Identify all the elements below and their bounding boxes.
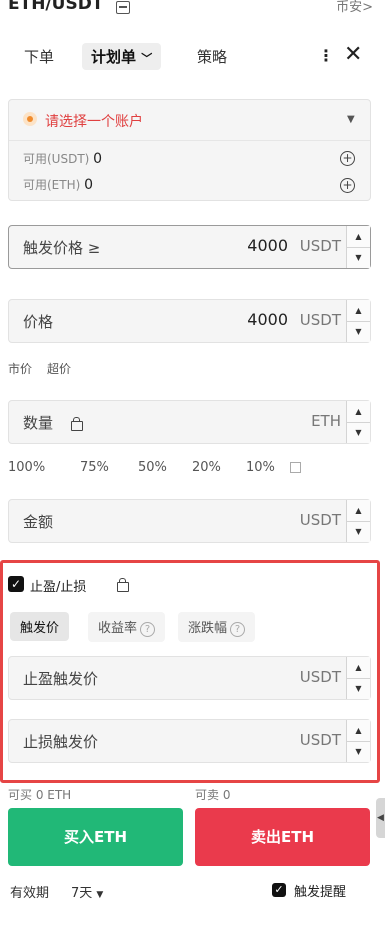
market-price-option[interactable]: 市价: [8, 360, 32, 377]
warning-icon: [23, 112, 37, 126]
pair-title[interactable]: ETH/USDT: [8, 0, 103, 14]
quantity-stepper: ▲ ▼: [346, 401, 370, 443]
validity-select[interactable]: 7天 ▼: [71, 882, 103, 901]
decrement-icon[interactable]: ▼: [347, 741, 370, 762]
percent-100[interactable]: 100%: [8, 460, 45, 475]
add-usdt-icon[interactable]: +: [340, 151, 355, 166]
lock-icon[interactable]: [71, 417, 83, 431]
seg-yield[interactable]: 收益率?: [88, 612, 166, 642]
quantity-field[interactable]: 数量 ETH ▲ ▼: [8, 400, 371, 444]
price-field[interactable]: 价格 4000 USDT ▲ ▼: [8, 299, 371, 343]
amount-label: 金额: [23, 513, 54, 531]
take-profit-field[interactable]: 止盈触发价 USDT ▲ ▼: [8, 656, 371, 700]
tpsl-label: 止盈/止损: [30, 580, 87, 595]
trigger-price-stepper: ▲ ▼: [346, 226, 370, 268]
caret-down-icon: ▼: [347, 114, 355, 125]
tab-plan[interactable]: 计划单 ﹀: [82, 43, 162, 70]
avail-eth-value: 0: [84, 177, 94, 193]
quantity-label: 数量: [23, 414, 54, 432]
amount-field[interactable]: 金额 USDT ▲ ▼: [8, 499, 371, 543]
close-icon[interactable]: ✕: [344, 42, 362, 67]
increment-icon[interactable]: ▲: [347, 401, 370, 423]
validity-label: 有效期: [10, 886, 50, 901]
seg-change[interactable]: 涨跌幅?: [178, 612, 256, 642]
trigger-price-value[interactable]: 4000: [247, 236, 288, 255]
super-price-option[interactable]: 超价: [47, 360, 71, 377]
decrement-icon[interactable]: ▼: [347, 678, 370, 699]
caret-down-icon: ▼: [96, 890, 104, 900]
percent-50[interactable]: 50%: [138, 460, 167, 475]
buy-button[interactable]: 买入ETH: [8, 808, 183, 866]
account-panel: 请选择一个账户 ▼ 可用(USDT) 0 + 可用(ETH) 0 +: [8, 99, 371, 201]
avail-eth-label: 可用(ETH): [23, 178, 81, 192]
stop-loss-field[interactable]: 止损触发价 USDT ▲ ▼: [8, 719, 371, 763]
increment-icon[interactable]: ▲: [347, 300, 370, 322]
tpsl-checkbox[interactable]: ✓: [8, 576, 24, 592]
avail-usdt-label: 可用(USDT): [23, 152, 90, 166]
amount-stepper: ▲ ▼: [346, 500, 370, 542]
amount-unit: USDT: [299, 511, 341, 529]
take-profit-unit: USDT: [299, 668, 341, 686]
side-handle[interactable]: ◀: [376, 798, 385, 838]
increment-icon[interactable]: ▲: [347, 720, 370, 742]
seg-yield-label: 收益率: [98, 621, 138, 636]
percent-10[interactable]: 10%: [246, 460, 275, 475]
price-stepper: ▲ ▼: [346, 300, 370, 342]
avail-usdt-value: 0: [93, 151, 103, 167]
tab-strategy[interactable]: 策略: [197, 46, 227, 67]
trigger-price-field[interactable]: 触发价格 ≥ 4000 USDT ▲ ▼: [8, 225, 371, 269]
quantity-unit: ETH: [311, 412, 341, 430]
help-icon[interactable]: ?: [230, 622, 246, 637]
stop-loss-stepper: ▲ ▼: [346, 720, 370, 762]
percent-75[interactable]: 75%: [80, 460, 109, 475]
avail-eth: 可用(ETH) 0: [23, 176, 93, 193]
trigger-alert-label: 触发提醒: [294, 885, 347, 900]
trigger-price-unit: USDT: [299, 237, 341, 255]
decrement-icon[interactable]: ▼: [347, 321, 370, 342]
price-label: 价格: [23, 313, 54, 331]
help-icon[interactable]: ?: [140, 622, 156, 637]
decrement-icon[interactable]: ▼: [347, 422, 370, 443]
account-select[interactable]: 请选择一个账户 ▼: [9, 100, 370, 141]
trigger-price-label: 触发价格 ≥: [23, 239, 101, 257]
percent-20[interactable]: 20%: [192, 460, 221, 475]
add-eth-icon[interactable]: +: [340, 178, 355, 193]
top-bar: ETH/USDT 币安>: [0, 0, 385, 26]
validity-value: 7天: [71, 886, 93, 901]
account-placeholder: 请选择一个账户: [45, 114, 143, 130]
decrement-icon[interactable]: ▼: [347, 521, 370, 542]
take-profit-stepper: ▲ ▼: [346, 657, 370, 699]
trigger-alert-checkbox[interactable]: ✓: [272, 883, 286, 897]
stop-loss-unit: USDT: [299, 731, 341, 749]
avail-usdt: 可用(USDT) 0: [23, 150, 102, 167]
decrement-icon[interactable]: ▼: [347, 247, 370, 268]
more-icon[interactable]: ⋮: [318, 46, 334, 65]
take-profit-label: 止盈触发价: [23, 670, 99, 688]
increment-icon[interactable]: ▲: [347, 226, 370, 248]
tab-plan-label: 计划单: [91, 48, 137, 66]
price-unit: USDT: [299, 311, 341, 329]
tab-order[interactable]: 下单: [24, 46, 54, 67]
exchange-link[interactable]: 币安>: [336, 0, 373, 15]
increment-icon[interactable]: ▲: [347, 657, 370, 679]
stop-loss-label: 止损触发价: [23, 733, 99, 751]
seg-change-label: 涨跌幅: [188, 621, 228, 636]
lock-icon[interactable]: [117, 578, 129, 592]
increment-icon[interactable]: ▲: [347, 500, 370, 522]
seg-trigger-price[interactable]: 触发价: [10, 612, 70, 641]
document-icon[interactable]: [116, 1, 130, 14]
order-tabs: 下单 计划单 ﹀ 策略 ⋮ ✕: [0, 40, 385, 80]
buyable-amount: 可买 0 ETH: [8, 788, 72, 802]
sell-button[interactable]: 卖出ETH: [195, 808, 370, 866]
chevron-down-icon: ﹀: [141, 52, 153, 65]
edit-icon[interactable]: [290, 462, 301, 473]
sellable-amount: 可卖 0: [195, 788, 231, 802]
price-value[interactable]: 4000: [247, 310, 288, 329]
